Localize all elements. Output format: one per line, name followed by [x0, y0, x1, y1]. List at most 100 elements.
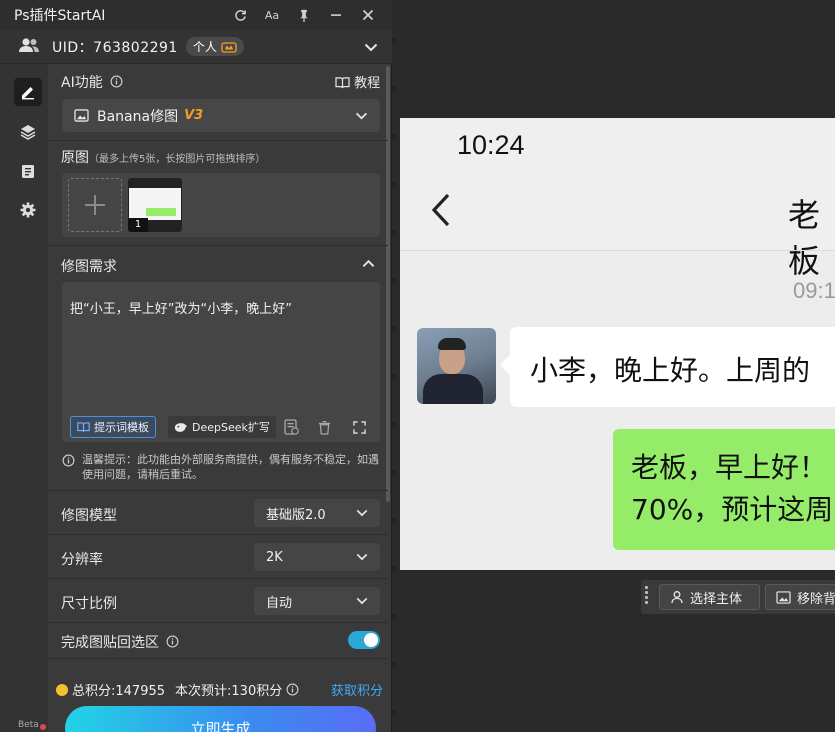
chevron-down-icon — [355, 112, 368, 119]
chevron-down-icon — [356, 597, 368, 605]
chat-header: 10:24 老板 — [400, 118, 835, 280]
drag-handle[interactable] — [645, 586, 651, 608]
image-icon — [776, 590, 791, 604]
message-timestamp: 09:1 — [793, 278, 835, 303]
tutorial-text: 教程 — [354, 76, 381, 91]
plugin-titlebar: Ps插件StartAI Aa — [0, 0, 392, 30]
toggle-knob — [364, 633, 378, 647]
outgoing-message-bubble: 老板，早上好！ 70%，预计这周 — [613, 429, 835, 550]
paste-back-toggle[interactable] — [348, 631, 380, 649]
original-image-label: 原图（最多上传5张，长按图片可拖拽排序） — [61, 147, 265, 167]
prompt-template-label: 提示词模板 — [94, 421, 149, 434]
pin-icon[interactable] — [288, 0, 320, 30]
remove-background-label: 移除背 — [797, 591, 835, 607]
minimize-icon[interactable] — [320, 0, 352, 30]
status-time: 10:24 — [457, 130, 525, 160]
info-icon — [286, 683, 299, 696]
image-upload-area: 1 — [62, 173, 380, 237]
close-icon[interactable] — [352, 0, 384, 30]
clipboard-icon[interactable] — [14, 157, 42, 185]
outgoing-message-line-1: 老板，早上好！ — [631, 451, 828, 484]
account-type-badge: 个人 — [185, 37, 244, 56]
avatar-hair — [438, 338, 466, 350]
header-divider — [400, 250, 835, 251]
users-icon — [18, 37, 40, 57]
info-icon — [62, 454, 75, 467]
uploaded-image-thumbnail[interactable]: 1 — [128, 178, 182, 232]
panel-scrollbar[interactable] — [386, 66, 390, 502]
thumbnail-index: 1 — [128, 218, 148, 232]
model-label: 修图模型 — [61, 508, 117, 524]
ai-function-label: AI功能 — [61, 72, 123, 92]
divider — [48, 622, 388, 623]
plugin-panel: Ps插件StartAI Aa UID：763802291 个人 Beta AI功… — [0, 0, 392, 732]
contextual-task-bar: 选择主体 移除背 — [641, 580, 835, 614]
divider — [48, 658, 388, 659]
ratio-select[interactable]: 自动 — [254, 587, 380, 615]
edit-pen-icon[interactable] — [14, 78, 42, 106]
generate-button[interactable]: 立即生成 — [65, 706, 376, 732]
document-canvas[interactable]: 10:24 老板 09:1 小李，晚上好。上周的 老板，早上好！ 70%，预计这… — [400, 118, 835, 570]
deepseek-expand-button[interactable]: DeepSeek扩写 — [168, 416, 276, 438]
service-notice-text: 温馨提示：此功能由外部服务商提供，偶有服务不稳定，如遇使用问题，请稍后重试。 — [82, 453, 379, 481]
service-notice: 温馨提示：此功能由外部服务商提供，偶有服务不稳定，如遇使用问题，请稍后重试。 — [62, 452, 380, 482]
font-size-icon[interactable]: Aa — [256, 0, 288, 30]
select-subject-label: 选择主体 — [690, 591, 743, 607]
requirement-textarea[interactable]: 把“小王，早上好”改为“小李，晚上好” 提示词模板 DeepSeek扩写 — [62, 282, 380, 442]
back-arrow-icon — [431, 193, 450, 227]
layers-icon[interactable] — [14, 118, 42, 146]
paste-back-label: 完成图贴回选区 — [61, 632, 179, 652]
resolution-label: 分辨率 — [61, 552, 103, 568]
trash-icon[interactable] — [313, 416, 335, 438]
crown-icon — [221, 41, 237, 53]
points-summary: 总积分:147955 本次预计:130积分 — [56, 680, 299, 699]
get-points-link[interactable]: 获取积分 — [331, 680, 383, 699]
model-value: 基础版2.0 — [266, 507, 326, 523]
user-bar[interactable]: UID：763802291 个人 — [0, 30, 392, 64]
ai-function-select[interactable]: Banana修图 V3 — [62, 99, 380, 132]
original-image-text: 原图 — [61, 150, 89, 166]
avatar-suit — [423, 374, 483, 404]
add-image-button[interactable] — [68, 178, 122, 232]
coin-icon — [56, 683, 68, 696]
select-subject-button[interactable]: 选择主体 — [659, 584, 760, 610]
refresh-icon[interactable] — [224, 0, 256, 30]
settings-gear-icon[interactable] — [14, 196, 42, 224]
info-icon — [110, 75, 123, 88]
outgoing-message-line-2: 70%，预计这周 — [631, 493, 834, 526]
chevron-down-icon — [356, 509, 368, 517]
model-select[interactable]: 基础版2.0 — [254, 499, 380, 527]
incoming-message-bubble: 小李，晚上好。上周的 — [500, 327, 835, 407]
chevron-up-icon[interactable] — [362, 259, 375, 268]
tool-sidebar — [0, 64, 48, 732]
divider — [48, 140, 388, 141]
account-type-label: 个人 — [192, 40, 217, 54]
chevron-down-icon[interactable] — [364, 37, 378, 56]
divider — [48, 490, 388, 491]
contact-avatar — [417, 328, 496, 404]
divider — [48, 245, 388, 246]
total-points: 总积分:147955 — [72, 684, 166, 699]
version-tag: V3 — [184, 108, 204, 123]
user-uid: UID：763802291 — [52, 39, 178, 56]
divider — [48, 534, 388, 535]
chevron-down-icon — [356, 553, 368, 561]
thumbnail-green-bubble — [146, 208, 176, 216]
ratio-value: 自动 — [266, 595, 293, 611]
book-icon — [335, 77, 350, 89]
prompt-template-button[interactable]: 提示词模板 — [70, 416, 156, 438]
history-icon[interactable] — [280, 416, 302, 438]
fullscreen-icon[interactable] — [348, 416, 370, 438]
remove-background-button[interactable]: 移除背 — [765, 584, 835, 610]
plugin-title: Ps插件StartAI — [14, 8, 106, 24]
beta-dot — [40, 724, 46, 730]
image-icon — [74, 109, 89, 122]
estimated-points: 本次预计:130积分 — [175, 684, 283, 699]
book-icon — [77, 422, 90, 432]
generate-label: 立即生成 — [190, 720, 251, 732]
tutorial-link[interactable]: 教程 — [335, 72, 380, 91]
upload-hint: （最多上传5张，长按图片可拖拽排序） — [89, 154, 266, 165]
info-icon — [167, 635, 179, 648]
ratio-label: 尺寸比例 — [61, 596, 117, 612]
resolution-select[interactable]: 2K — [254, 543, 380, 571]
